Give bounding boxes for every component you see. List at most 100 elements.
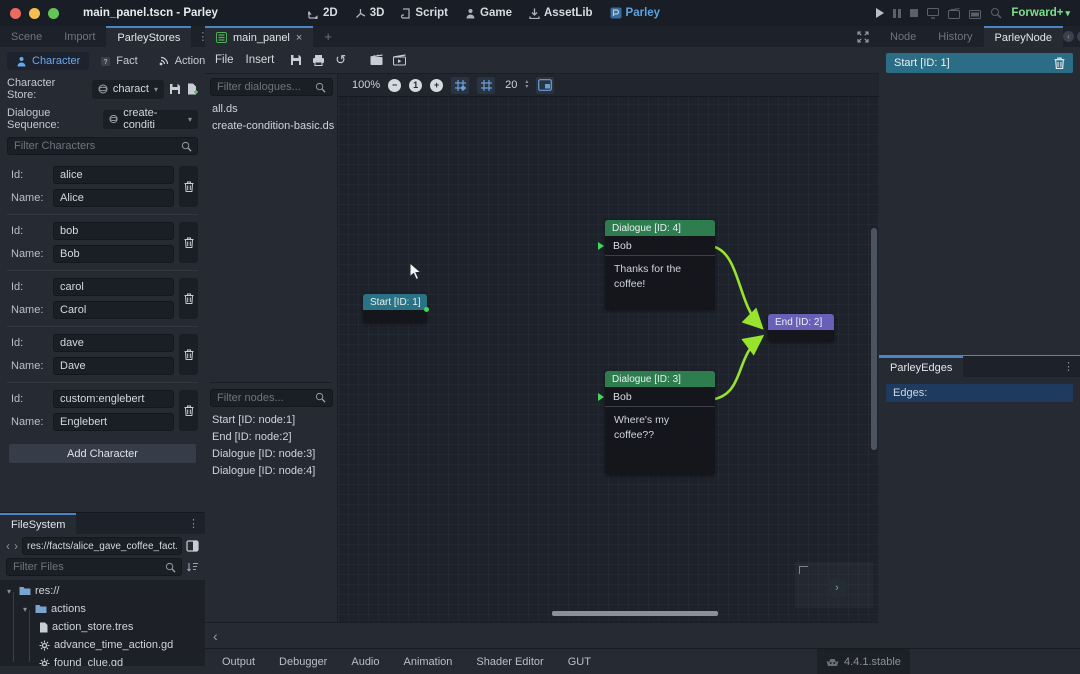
minimize-window-button[interactable] [29,8,40,19]
tab-filesystem[interactable]: FileSystem [0,513,76,534]
test-dialogue-from-node-button[interactable] [393,54,406,66]
delete-character-button[interactable] [179,222,198,263]
tab-fact[interactable]: ? Fact [91,52,146,70]
selected-node-header[interactable]: Start [ID: 1] [886,53,1073,73]
delete-character-button[interactable] [179,166,198,207]
dialogue-graph[interactable]: 100% − 1 + 20 ▴▾ [338,74,879,622]
zoom-in-button[interactable]: + [430,79,443,92]
tab-game[interactable]: Game [465,7,512,19]
tab-assetlib[interactable]: AssetLib [529,7,593,19]
edge-dialogue4-end[interactable] [715,247,760,326]
delete-character-button[interactable] [179,334,198,375]
insert-menu[interactable]: Insert [246,54,275,66]
character-name-field[interactable] [53,189,174,207]
movie-writer-icon[interactable] [948,8,960,19]
character-id-field[interactable] [53,334,174,352]
dock-options-icon[interactable]: ⋮ [182,517,205,530]
test-dialogue-button[interactable] [370,54,383,66]
snap-toggle-button[interactable] [451,77,469,94]
distraction-free-icon[interactable] [851,31,879,43]
bottom-tab-animation[interactable]: Animation [404,656,453,668]
play-button[interactable] [876,8,884,18]
character-name-field[interactable] [53,245,174,263]
grid-toggle-button[interactable] [477,77,495,94]
tab-parleystores[interactable]: ParleyStores [106,26,191,47]
bottom-tab-shader-editor[interactable]: Shader Editor [476,656,543,668]
remote-debug-icon[interactable] [927,8,939,19]
tab-import[interactable]: Import [53,26,106,47]
character-store-select[interactable]: charact ▾ [92,80,164,99]
delete-character-button[interactable] [179,278,198,319]
trash-icon[interactable] [1054,57,1065,69]
current-path-field[interactable] [22,537,182,555]
tab-3d[interactable]: 3D [355,7,385,19]
new-tab-button[interactable]: + [313,26,343,47]
character-id-field[interactable] [53,222,174,240]
output-port[interactable] [424,307,429,312]
save-store-button[interactable] [169,83,181,95]
tab-parley[interactable]: Parley [610,7,661,19]
tree-item-found-clue[interactable]: found_clue.gd [0,654,205,666]
edge-dialogue3-end[interactable] [715,338,760,399]
node-title[interactable]: Dialogue [ID: 3] [605,371,715,387]
tab-script[interactable]: Script [401,7,448,19]
character-id-field[interactable] [53,166,174,184]
collapse-sidebar-icon[interactable]: ‹ [213,628,218,644]
add-character-button[interactable]: Add Character [9,444,196,463]
tab-parleynode[interactable]: ParleyNode [984,26,1063,47]
dialogue-sequence-select[interactable]: create-conditi ▾ [103,110,198,129]
bottom-tab-gut[interactable]: GUT [568,656,591,668]
filter-files-input[interactable] [6,558,182,576]
save-dialogue-button[interactable] [290,54,302,66]
zoom-window-button[interactable] [48,8,59,19]
zoom-out-button[interactable]: − [388,79,401,92]
tab-character[interactable]: Character [7,52,89,70]
character-name-field[interactable] [53,357,174,375]
character-name-field[interactable] [53,413,174,431]
close-tab-icon[interactable]: × [296,32,302,44]
speaker-row[interactable]: Bob [605,387,715,407]
node-title[interactable]: Dialogue [ID: 4] [605,220,715,236]
tab-scene[interactable]: Scene [0,26,53,47]
split-mode-icon[interactable] [186,540,199,552]
node-title[interactable]: End [ID: 2] [768,314,834,330]
graph-node-start[interactable]: Start [ID: 1] [363,294,427,323]
bottom-tab-debugger[interactable]: Debugger [279,656,327,668]
close-window-button[interactable] [10,8,21,19]
renderer-select[interactable]: Forward+▾ [1011,7,1070,19]
stop-button[interactable] [910,9,918,17]
snap-distance-value[interactable]: 20 [505,79,517,91]
tab-node[interactable]: Node [879,26,927,47]
character-name-field[interactable] [53,301,174,319]
list-item[interactable]: Start [ID: node:1] [205,411,337,428]
minimap-resize-button[interactable]: › [828,579,846,597]
tree-item-action-store[interactable]: action_store.tres [0,618,205,636]
tab-main-panel[interactable]: main_panel × [205,26,313,47]
history-forward-icon[interactable]: › [14,539,18,553]
bottom-tab-audio[interactable]: Audio [351,656,379,668]
input-port-icon[interactable] [598,393,604,401]
character-id-field[interactable] [53,390,174,408]
graph-node-end[interactable]: End [ID: 2] [768,314,834,342]
input-port-icon[interactable] [598,242,604,250]
file-menu[interactable]: File [215,54,234,66]
graph-vscrollbar[interactable] [871,228,877,450]
tree-item-actions[interactable]: ▾ actions [0,600,205,618]
pause-button[interactable] [893,9,901,18]
graph-hscrollbar[interactable] [552,611,718,616]
node-title[interactable]: Start [ID: 1] [363,294,427,310]
prev-tab-icon[interactable]: ‹ [1063,31,1074,42]
tab-2d[interactable]: 2D [308,7,338,19]
history-back-icon[interactable]: ‹ [6,539,10,553]
profiler-icon[interactable] [990,7,1002,19]
list-item[interactable]: all.ds [205,100,337,117]
filter-characters-input[interactable] [7,137,198,155]
dock-options-icon[interactable]: ⋮ [1057,360,1080,373]
tree-item-res[interactable]: ▾ res:// [0,582,205,600]
new-store-button[interactable] [186,83,198,95]
bottom-tab-output[interactable]: Output [222,656,255,668]
speaker-row[interactable]: Bob [605,236,715,256]
graph-node-dialogue-3[interactable]: Dialogue [ID: 3] Bob Where's my coffee?? [605,371,715,475]
list-item[interactable]: Dialogue [ID: node:3] [205,445,337,462]
list-item[interactable]: End [ID: node:2] [205,428,337,445]
